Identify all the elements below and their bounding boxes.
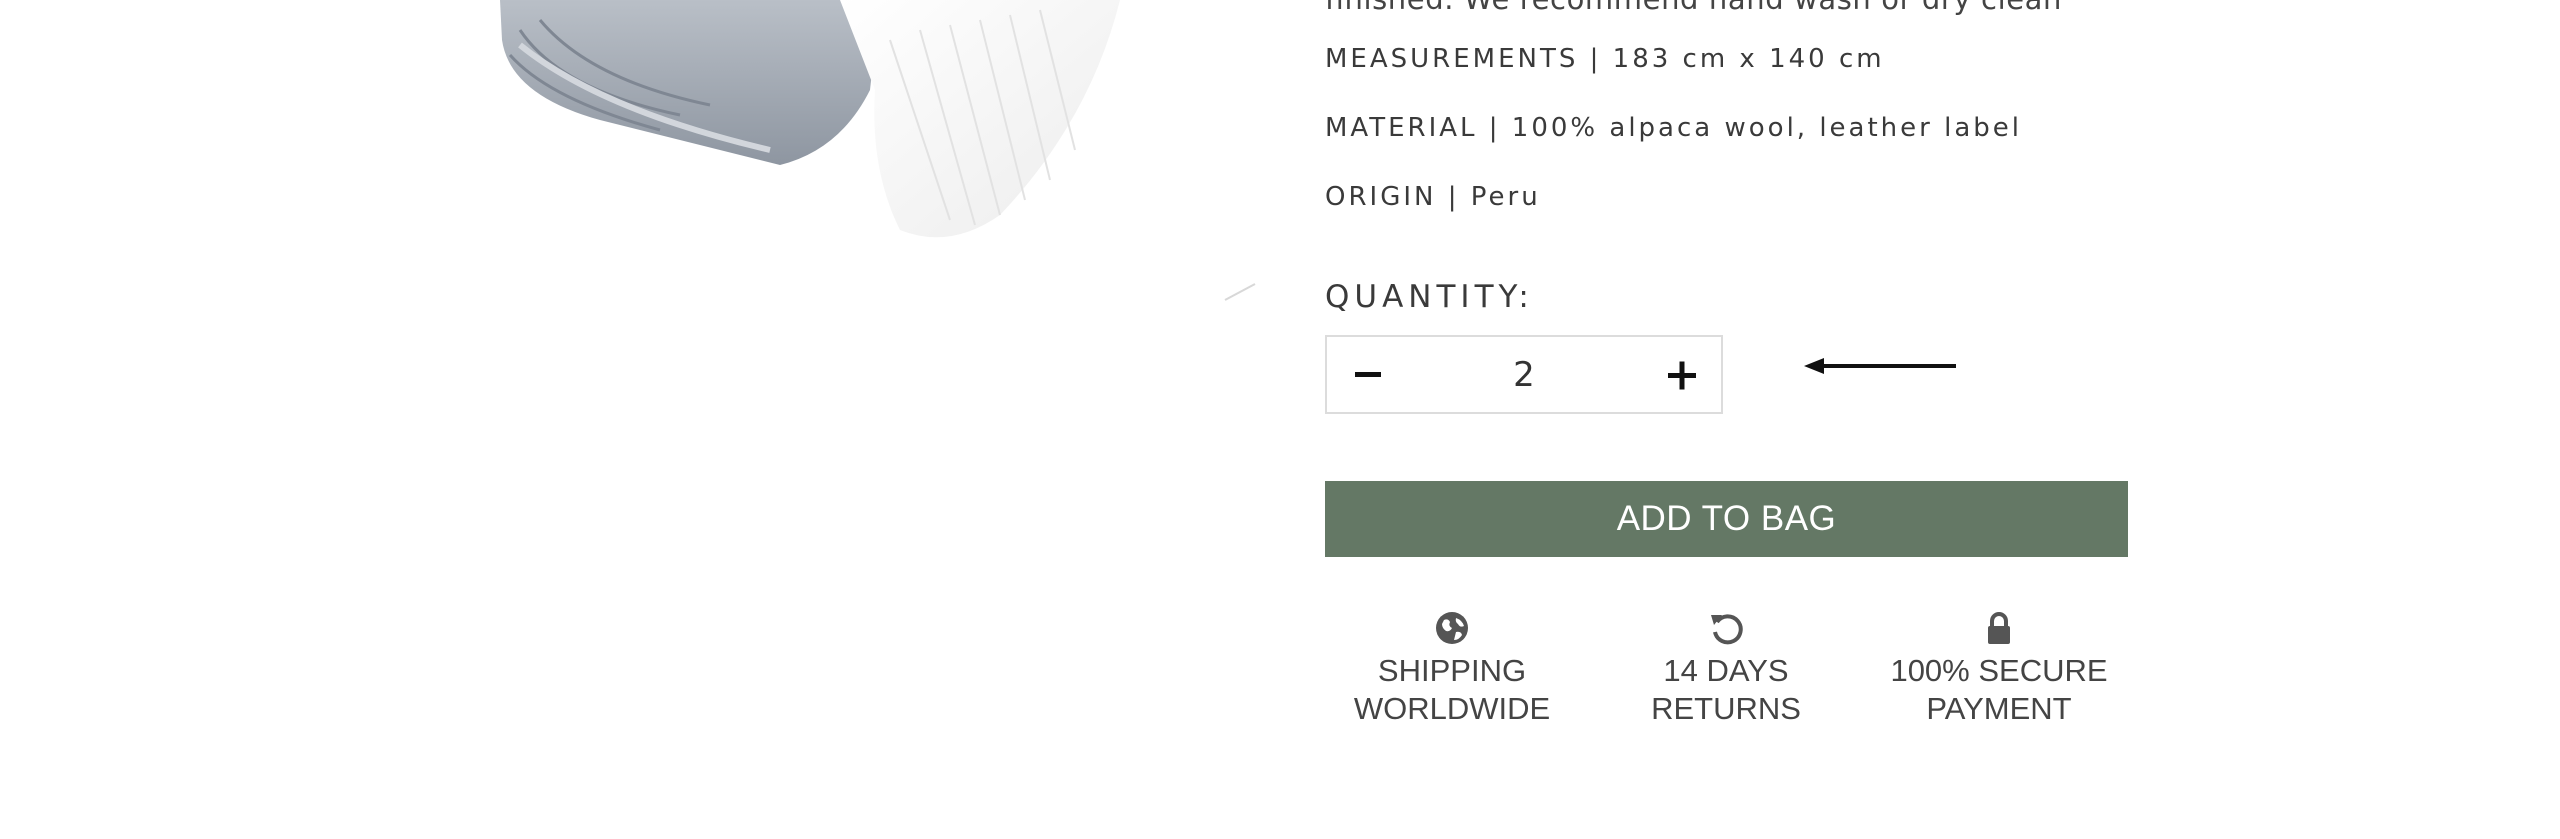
feature-returns-line2: RETURNS xyxy=(1651,691,1801,726)
product-page: finished. We recommend hand wash or dry … xyxy=(0,0,2560,839)
spec-measurements: MEASUREMENTS | 183 cm x 140 cm xyxy=(1325,44,1885,74)
spec-material: MATERIAL | 100% alpaca wool, leather lab… xyxy=(1325,113,2022,143)
care-instructions-text: finished. We recommend hand wash or dry … xyxy=(1325,0,2062,16)
quantity-stepper: 2 xyxy=(1325,335,1723,414)
spec-origin: ORIGIN | Peru xyxy=(1325,182,1541,212)
quantity-input[interactable]: 2 xyxy=(1407,337,1641,412)
globe-icon xyxy=(1436,612,1468,644)
left-arrow-icon xyxy=(1804,358,1956,374)
feature-secure-line1: 100% SECURE xyxy=(1890,653,2108,688)
feature-returns: 14 DAYS RETURNS xyxy=(1596,610,1856,728)
feature-shipping-line1: SHIPPING xyxy=(1377,653,1527,688)
lock-icon xyxy=(1988,612,2010,644)
feature-secure-line2: PAYMENT xyxy=(1926,691,2072,726)
feature-shipping: SHIPPING WORLDWIDE xyxy=(1322,610,1582,728)
quantity-decrease-button[interactable] xyxy=(1327,337,1407,412)
add-to-bag-button[interactable]: ADD TO BAG xyxy=(1325,481,2128,557)
rotate-left-icon xyxy=(1711,614,1743,645)
feature-secure-payment: 100% SECURE PAYMENT xyxy=(1869,610,2129,728)
quantity-increase-button[interactable] xyxy=(1641,337,1721,412)
quantity-label: QUANTITY: xyxy=(1325,279,1534,315)
product-image xyxy=(500,0,1256,301)
feature-shipping-line2: WORLDWIDE xyxy=(1353,691,1551,726)
plus-icon xyxy=(1668,361,1696,390)
feature-returns-line1: 14 DAYS xyxy=(1663,653,1789,688)
minus-icon xyxy=(1355,372,1381,377)
